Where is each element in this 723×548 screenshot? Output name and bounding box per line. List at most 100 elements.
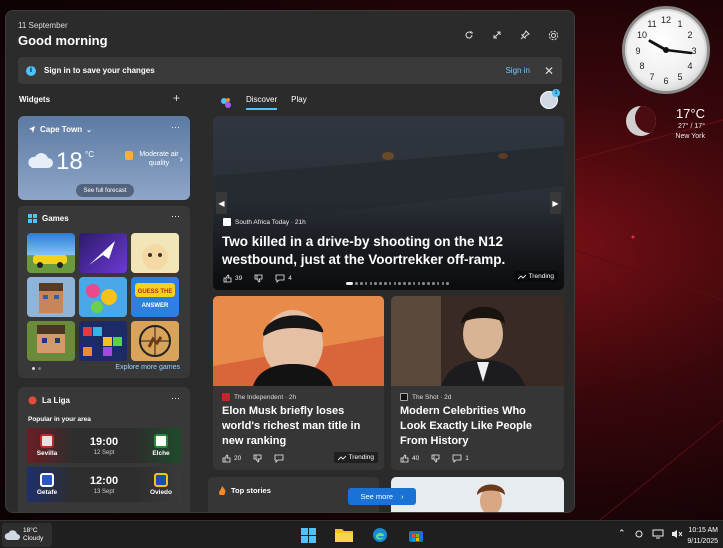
taskbar-clock[interactable]: 10:15 AM 9/11/2025 (682, 525, 718, 547)
refresh-icon[interactable] (462, 28, 476, 42)
publisher-logo-icon (222, 393, 230, 401)
chevron-down-icon: ⌄ (86, 126, 92, 134)
svg-text:8: 8 (639, 61, 644, 71)
comment-icon (452, 454, 462, 463)
more-options-icon[interactable]: ··· (171, 211, 180, 221)
story-image (213, 296, 384, 386)
taskbar-weather-condition: Cloudy (23, 535, 44, 542)
laliga-title: La Liga (42, 396, 71, 405)
air-quality-icon (125, 151, 133, 160)
add-widget-button[interactable]: + (173, 91, 180, 105)
story-card[interactable]: The Independent · 2h Elon Musk briefly l… (213, 296, 384, 470)
match-date: 12 Sept (93, 449, 115, 456)
previous-story-button[interactable]: ◀ (216, 192, 227, 214)
thumbs-up-icon (222, 454, 231, 463)
edge-icon (373, 528, 387, 542)
dislike-button[interactable] (254, 274, 263, 283)
laliga-logo-icon (28, 396, 37, 405)
monitor-icon[interactable] (652, 529, 664, 539)
edge-browser-button[interactable] (369, 525, 391, 545)
like-button[interactable]: 39 (223, 274, 242, 283)
profile-avatar[interactable]: 1 (540, 89, 560, 109)
signin-banner: i Sign in to save your changes Sign in ✕ (18, 57, 562, 84)
game-tile-blocky[interactable] (27, 277, 75, 317)
trending-icon (517, 274, 526, 279)
game-tile-arrow[interactable] (79, 233, 127, 273)
tab-discover[interactable]: Discover (246, 95, 278, 110)
game-tile-racing[interactable] (27, 233, 75, 273)
story-card-partial[interactable] (391, 477, 564, 512)
thumbs-down-icon (431, 454, 440, 463)
match-time: 19:00 (89, 435, 119, 448)
comment-count: 1 (465, 455, 469, 462)
speaker-mute-icon[interactable] (671, 529, 683, 539)
trending-badge: Trending (333, 452, 378, 463)
weather-widget[interactable]: Cape Town ⌄ ··· 18 °C Moderate air quali… (18, 116, 190, 200)
elche-crest-icon (154, 434, 168, 448)
header-date: 11 September (18, 21, 68, 30)
chevron-up-icon[interactable]: ⌃ (618, 528, 626, 539)
flame-icon (219, 486, 226, 495)
close-icon[interactable]: ✕ (544, 64, 554, 78)
games-pager (32, 367, 41, 370)
start-button[interactable] (297, 525, 319, 545)
tab-play[interactable]: Play (291, 95, 307, 110)
games-title: Games (42, 214, 69, 223)
location-icon (29, 126, 35, 133)
game-tile-craft[interactable] (27, 321, 75, 361)
expand-icon[interactable] (490, 28, 504, 42)
story-headline: Elon Musk briefly loses world's richest … (222, 405, 361, 447)
game-tile-hunter[interactable] (131, 321, 179, 361)
taskbar-time: 10:15 AM (688, 527, 718, 534)
svg-text:ANSWER: ANSWER (142, 303, 169, 309)
desktop-clock-gadget: 12 1 2 345 678 9 10 11 (622, 6, 710, 94)
see-full-forecast-button[interactable]: See full forecast (76, 184, 134, 197)
thumbs-up-icon (400, 454, 409, 463)
comment-button[interactable]: 4 (275, 274, 292, 283)
pin-icon[interactable] (518, 28, 532, 42)
like-button[interactable]: 40 (400, 454, 419, 463)
story-headline: Modern Celebrities Who Look Exactly Like… (400, 405, 533, 447)
signin-link[interactable]: Sign in (505, 66, 529, 75)
more-options-icon[interactable]: ··· (171, 393, 180, 403)
more-options-icon[interactable]: ··· (171, 122, 180, 132)
taskbar: 18°C Cloudy ⌃ 10:15 AM 9/11/2025 (0, 520, 723, 548)
comment-icon (274, 454, 284, 463)
match-row[interactable]: Getafe 12:00 13 Sept Oviedo (27, 467, 181, 502)
comment-button[interactable] (274, 454, 284, 463)
game-tile-cat[interactable] (131, 233, 179, 273)
microsoft-store-button[interactable] (405, 525, 427, 545)
trending-icon (337, 455, 346, 460)
dislike-button[interactable] (431, 454, 440, 463)
signin-message: Sign in to save your changes (44, 66, 155, 75)
game-tile-bubbles[interactable] (79, 277, 127, 317)
store-icon (409, 531, 423, 542)
comment-button[interactable]: 1 (452, 454, 469, 463)
taskbar-weather-button[interactable]: 18°C Cloudy (2, 523, 52, 547)
like-count: 20 (234, 455, 242, 462)
story-card[interactable]: The Shot · 2d Modern Celebrities Who Loo… (391, 296, 564, 470)
weather-unit: °C (85, 150, 94, 159)
thumbs-down-icon (254, 274, 263, 283)
settings-sync-icon[interactable] (633, 529, 645, 539)
thumbs-up-icon (223, 274, 232, 283)
match-date: 13 Sept (93, 488, 115, 495)
next-story-button[interactable]: ▶ (550, 192, 561, 214)
hero-story-card[interactable]: ◀ ▶ South Africa Today · 21h Two killed … (213, 116, 564, 290)
file-explorer-button[interactable] (333, 525, 355, 545)
dislike-button[interactable] (253, 454, 262, 463)
hero-pager (346, 282, 449, 285)
game-tile-blocks[interactable] (79, 321, 127, 361)
svg-text:11: 11 (647, 19, 656, 29)
games-icon (28, 214, 37, 223)
see-more-button[interactable]: See more › (348, 488, 416, 505)
game-tile-quiz[interactable]: GUESS THE ANSWER (131, 277, 179, 317)
chevron-right-icon[interactable]: › (180, 154, 183, 165)
like-button[interactable]: 20 (222, 454, 241, 463)
windows-logo-icon (300, 527, 316, 543)
moon-icon (626, 106, 656, 136)
svg-text:2: 2 (687, 30, 692, 40)
explore-more-games-link[interactable]: Explore more games (115, 364, 180, 371)
settings-gear-icon[interactable] (546, 28, 560, 42)
match-row[interactable]: Sevilla 19:00 12 Sept Elche (27, 428, 181, 463)
